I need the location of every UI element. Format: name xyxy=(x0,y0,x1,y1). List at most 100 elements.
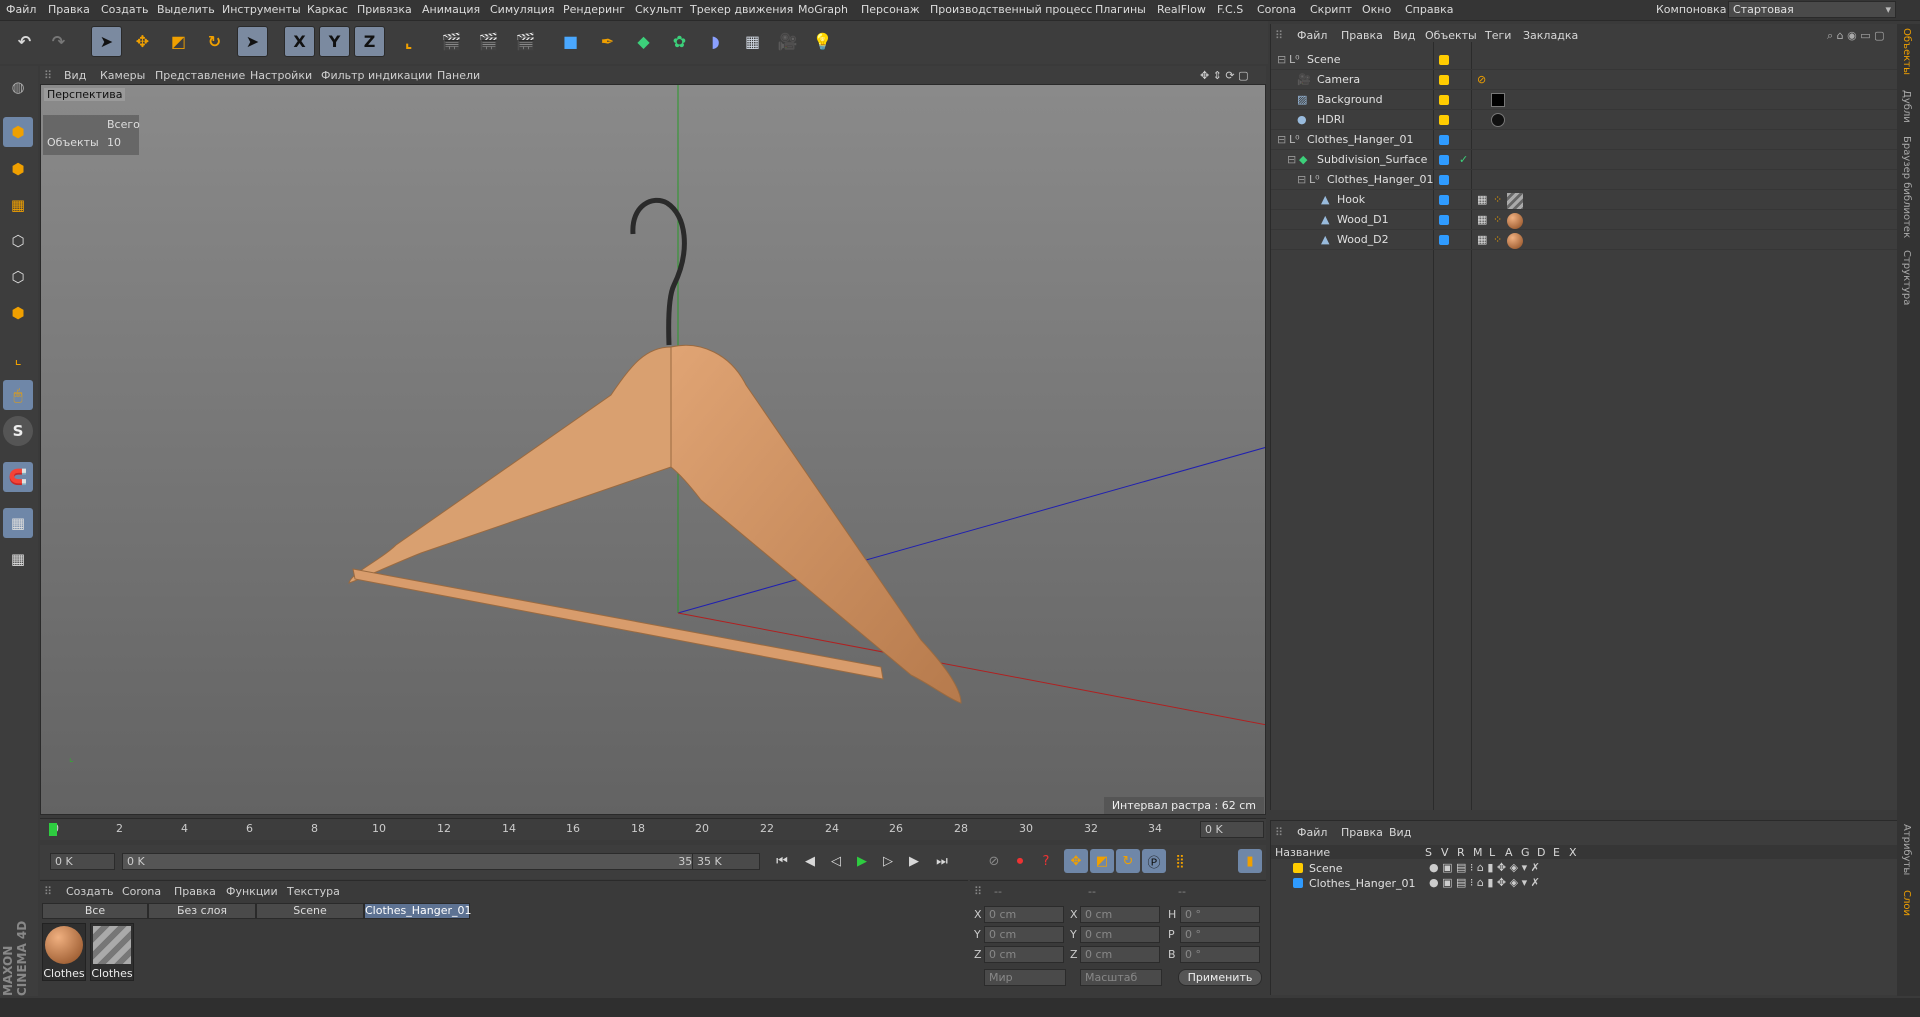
object-row-clothes-hanger-inner[interactable]: ⊟ L⁰ Clothes_Hanger_01 xyxy=(1271,170,1898,190)
3d-viewport[interactable]: Перспектива Всего Объекты 10 ⌞ Интервал … xyxy=(40,84,1266,815)
tab-attributes[interactable]: Атрибуты xyxy=(1901,824,1912,875)
next-frame-icon[interactable]: ▷ xyxy=(876,849,900,873)
expand-icon[interactable]: ⊟ xyxy=(1297,173,1306,186)
menu-mograph[interactable]: MoGraph xyxy=(798,3,848,16)
menu-create[interactable]: Создать xyxy=(101,3,149,16)
viewport-menu-options[interactable]: Настройки xyxy=(250,69,312,82)
layer-color-dot[interactable] xyxy=(1439,155,1449,165)
coordinate-system-icon[interactable]: ⌞ xyxy=(393,26,424,57)
coord-pos-x-field[interactable]: 0 cm xyxy=(984,906,1064,923)
menu-pipeline[interactable]: Производственный процесс xyxy=(930,3,1092,16)
expand-icon[interactable]: ⊟ xyxy=(1287,153,1296,166)
texture-mode-icon[interactable]: ⬢ xyxy=(3,154,33,184)
menu-script[interactable]: Скрипт xyxy=(1310,3,1352,16)
keyframe-selection-icon[interactable]: ? xyxy=(1034,849,1058,873)
axis-mode-icon[interactable]: ⌞ xyxy=(3,344,33,374)
layer-row-clothes-hanger[interactable]: Clothes_Hanger_01 ● ▣ ▤ ⁝ ⌂ ▮ ✥ ◈ ▾ ✗ xyxy=(1271,876,1898,891)
menu-animation[interactable]: Анимация xyxy=(422,3,480,16)
material-tab-scene[interactable]: Scene xyxy=(256,903,364,919)
layer-col-e[interactable]: E xyxy=(1553,846,1560,859)
go-to-start-icon[interactable]: ⏮ xyxy=(770,849,794,873)
prev-key-icon[interactable]: ◀ xyxy=(798,849,822,873)
z-axis-button[interactable]: Z xyxy=(354,26,385,57)
coord-size-y-field[interactable]: 0 cm xyxy=(1080,926,1160,943)
layer-color-dot[interactable] xyxy=(1439,55,1449,65)
layer-menu-edit[interactable]: Правка xyxy=(1341,826,1383,839)
recent-tool-icon[interactable]: ➤ xyxy=(237,26,268,57)
coord-rot-b-field[interactable]: 0 ° xyxy=(1180,946,1260,963)
material-tab-no-layer[interactable]: Без слоя xyxy=(148,903,256,919)
layer-col-g[interactable]: G xyxy=(1521,846,1530,859)
object-row-subdivision[interactable]: ⊟ ◆ Subdivision_Surface ✓ xyxy=(1271,150,1898,170)
layer-color-dot[interactable] xyxy=(1439,235,1449,245)
tab-takes[interactable]: Дубли xyxy=(1901,90,1912,123)
workplane-icon[interactable]: ▦ xyxy=(3,190,33,220)
coord-rot-h-field[interactable]: 0 ° xyxy=(1180,906,1260,923)
current-frame-field[interactable]: 0 K xyxy=(1200,821,1264,838)
menu-edit[interactable]: Правка xyxy=(48,3,90,16)
end-frame-field[interactable]: 35 K xyxy=(692,853,760,870)
cube-icon[interactable]: ■ xyxy=(555,26,586,57)
menu-plugins[interactable]: Плагины xyxy=(1095,3,1146,16)
coord-pos-z-field[interactable]: 0 cm xyxy=(984,946,1064,963)
apply-button[interactable]: Применить xyxy=(1178,969,1262,986)
menu-mesh[interactable]: Каркас xyxy=(307,3,348,16)
layer-toggle-icons[interactable]: ● ▣ ▤ ⁝ ⌂ ▮ ✥ ◈ ▾ ✗ xyxy=(1429,861,1540,874)
menu-simulation[interactable]: Симуляция xyxy=(490,3,555,16)
tab-content-browser[interactable]: Браузер библиотек xyxy=(1901,136,1912,238)
material-tag-icon[interactable] xyxy=(1507,213,1523,229)
select-tool-icon[interactable]: ➤ xyxy=(91,26,122,57)
menu-window[interactable]: Окно xyxy=(1362,3,1391,16)
material-menu-functions[interactable]: Функции xyxy=(226,885,278,898)
object-row-scene[interactable]: ⊟ L⁰ Scene xyxy=(1271,50,1898,70)
menu-select[interactable]: Выделить xyxy=(157,3,215,16)
object-row-background[interactable]: ▨ Background xyxy=(1271,90,1898,110)
key-rotation-icon[interactable]: ↻ xyxy=(1116,849,1140,873)
pen-icon[interactable]: ✒ xyxy=(592,26,623,57)
tab-layers[interactable]: Слои xyxy=(1901,890,1912,916)
viewport-nav-icon[interactable]: ✥ ⇕ ⟳ ▢ xyxy=(1200,69,1249,82)
object-row-camera[interactable]: 🎥 Camera ⊘ xyxy=(1271,70,1898,90)
menu-realflow[interactable]: RealFlow xyxy=(1157,3,1206,16)
object-row-wood-d1[interactable]: ▲ Wood_D1 ▦ ⁘ xyxy=(1271,210,1898,230)
camera-icon[interactable]: 🎥 xyxy=(772,26,803,57)
record-keys-icon[interactable]: ⊘ xyxy=(982,849,1006,873)
light-icon[interactable]: 💡 xyxy=(807,26,838,57)
coord-size-x-field[interactable]: 0 cm xyxy=(1080,906,1160,923)
start-frame-field[interactable]: 0 K xyxy=(50,853,115,870)
prev-frame-icon[interactable]: ◁ xyxy=(824,849,848,873)
layer-color-swatch[interactable] xyxy=(1293,878,1303,888)
material-metal[interactable]: Clothes xyxy=(90,923,134,981)
points-mode-icon[interactable]: ⬡ xyxy=(3,226,33,256)
key-param-icon[interactable]: Ⓟ xyxy=(1142,849,1166,873)
viewport-menu-panels[interactable]: Панели xyxy=(437,69,480,82)
playhead[interactable] xyxy=(49,823,57,836)
layer-col-x[interactable]: X xyxy=(1569,846,1577,859)
tweak-mode-icon[interactable]: 🖱 xyxy=(3,380,33,410)
coord-size-z-field[interactable]: 0 cm xyxy=(1080,946,1160,963)
layer-color-dot[interactable] xyxy=(1439,175,1449,185)
redo-icon[interactable]: ↷ xyxy=(43,26,74,57)
layer-col-m[interactable]: M xyxy=(1473,846,1483,859)
workplane-lock-icon[interactable]: ▦ xyxy=(3,508,33,538)
layer-color-dot[interactable] xyxy=(1439,95,1449,105)
uvw-tag-icon[interactable]: ▦ xyxy=(1477,213,1487,226)
selection-tag-icon[interactable]: ⁘ xyxy=(1493,193,1502,206)
layer-color-dot[interactable] xyxy=(1439,215,1449,225)
go-to-end-icon[interactable]: ⏭ xyxy=(930,849,954,873)
timeline-window-icon[interactable]: ▮ xyxy=(1238,849,1262,873)
layer-color-swatch[interactable] xyxy=(1293,863,1303,873)
material-tag-icon[interactable] xyxy=(1491,113,1505,127)
coord-rot-p-field[interactable]: 0 ° xyxy=(1180,926,1260,943)
tab-structure[interactable]: Структура xyxy=(1901,250,1912,305)
expand-icon[interactable]: ⊟ xyxy=(1277,53,1286,66)
object-row-clothes-hanger[interactable]: ⊟ L⁰ Clothes_Hanger_01 xyxy=(1271,130,1898,150)
layer-col-a[interactable]: A xyxy=(1505,846,1513,859)
object-row-hook[interactable]: ▲ Hook ▦ ⁘ xyxy=(1271,190,1898,210)
x-axis-button[interactable]: X xyxy=(284,26,315,57)
render-picture-viewer-icon[interactable]: 🎬 xyxy=(473,26,504,57)
material-tab-all[interactable]: Все xyxy=(42,903,148,919)
layer-color-dot[interactable] xyxy=(1439,135,1449,145)
floor-icon[interactable]: ▦ xyxy=(737,26,768,57)
material-tag-icon[interactable] xyxy=(1507,193,1523,209)
